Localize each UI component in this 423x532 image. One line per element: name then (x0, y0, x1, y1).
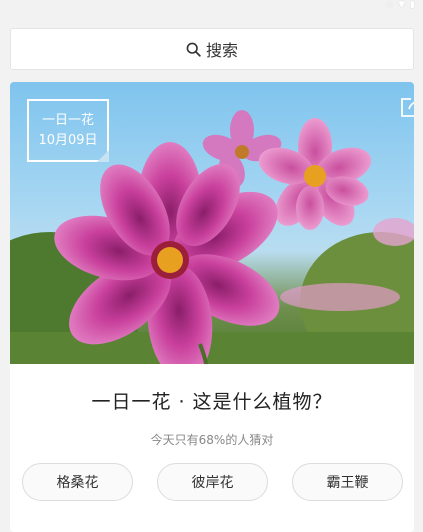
daily-flower-card: 一日一花 10月09日 一日一花 · 这是什么植物？ 今天只有68%的人猜对 格… (10, 82, 414, 532)
search-label: 搜索 (205, 41, 238, 60)
flower-photo: 一日一花 10月09日 (10, 82, 414, 364)
search-bar[interactable]: 搜索 (10, 28, 414, 70)
status-icons: ◇ ▼ ▮ (386, 0, 415, 10)
answer-option-1[interactable]: 格桑花 (22, 463, 133, 501)
stamp-date: 10月09日 (38, 132, 98, 148)
stamp-title: 一日一花 (41, 112, 94, 128)
daily-flower-stamp: 一日一花 10月09日 (27, 99, 109, 162)
answer-options: 格桑花 彼岸花 霸王鞭 (22, 463, 404, 501)
correct-rate-hint: 今天只有68%的人猜对 (150, 433, 274, 447)
status-bar: ◇ ▼ ▮ (0, 0, 423, 14)
battery-icon: ▮ (410, 0, 415, 10)
answer-option-3[interactable]: 霸王鞭 (292, 463, 403, 501)
search-icon (186, 42, 201, 57)
wifi-icon: ▼ (398, 0, 406, 10)
answer-option-2[interactable]: 彼岸花 (157, 463, 268, 501)
signal-icon: ◇ (386, 0, 394, 10)
question-title: 一日一花 · 这是什么植物？ (91, 391, 333, 413)
